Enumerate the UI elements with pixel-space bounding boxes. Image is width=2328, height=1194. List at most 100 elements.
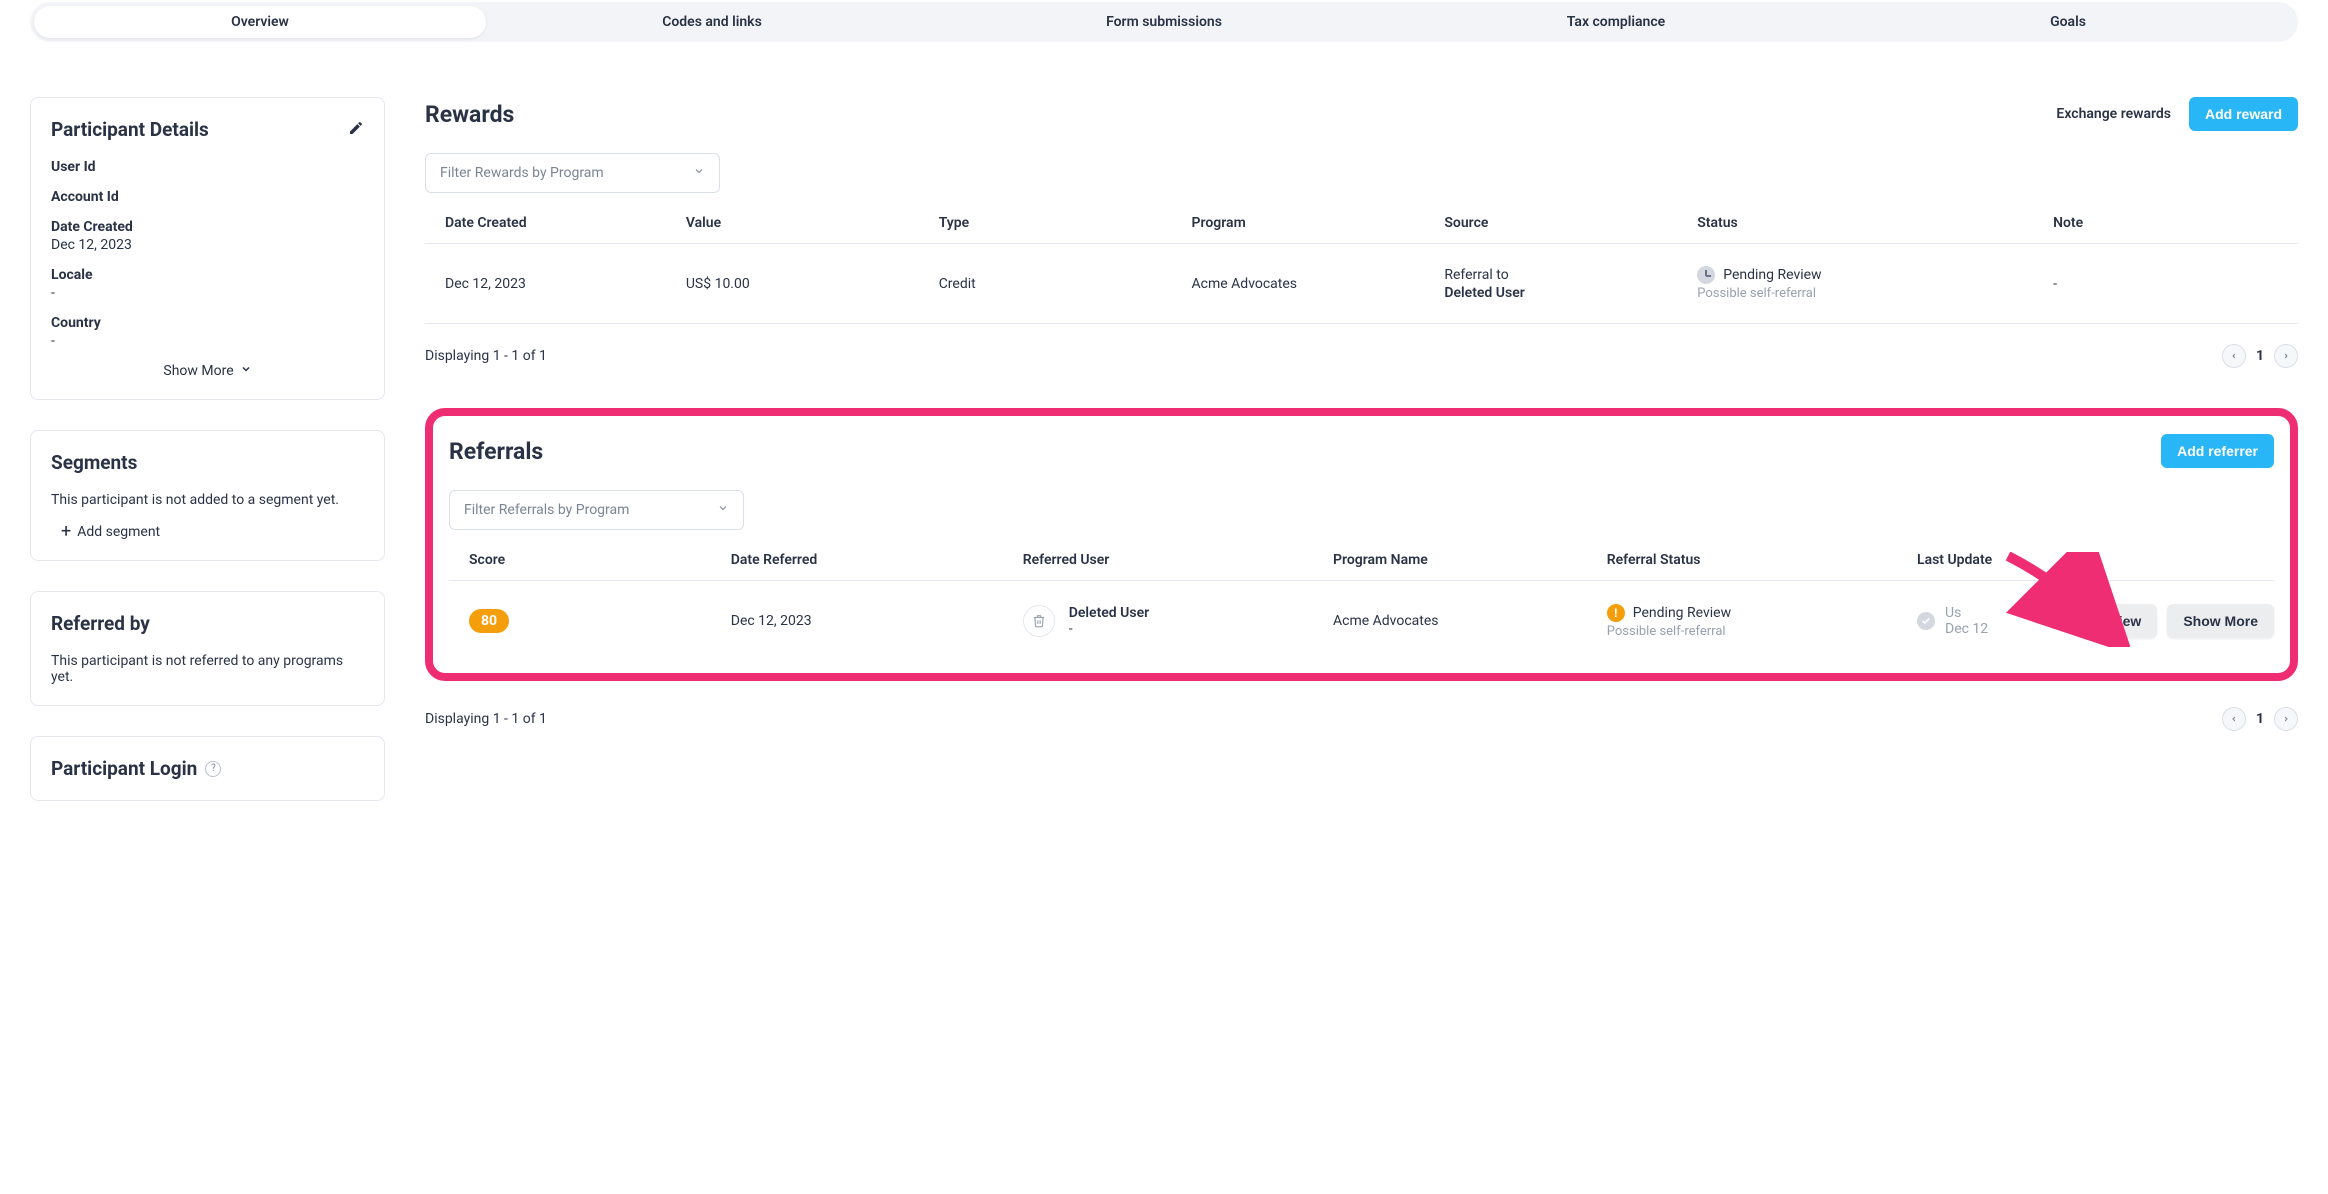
status-text: Pending Review <box>1723 267 1821 283</box>
edit-icon[interactable] <box>348 120 364 140</box>
rewards-table: Date Created Value Type Program Source S… <box>425 215 2298 324</box>
cell-last-update: Us Dec 12 Review Show More <box>1909 605 2274 637</box>
referrals-table-head: Score Date Referred Referred User Progra… <box>449 552 2274 581</box>
tab-tax[interactable]: Tax compliance <box>1390 6 1842 38</box>
cell-note: - <box>2045 276 2298 292</box>
clock-icon <box>1697 266 1715 284</box>
tab-forms[interactable]: Form submissions <box>938 6 1390 38</box>
chevron-down-icon <box>240 363 252 379</box>
col-program-name: Program Name <box>1325 552 1599 568</box>
cell-status: Pending Review Possible self-referral <box>1689 266 2045 301</box>
chevron-down-icon <box>717 502 729 518</box>
tabs-bar: Overview Codes and links Form submission… <box>30 2 2298 42</box>
col-value: Value <box>678 215 931 231</box>
referrals-displaying-text: Displaying 1 - 1 of 1 <box>425 711 547 727</box>
substatus-text: Possible self-referral <box>1607 624 1901 639</box>
rewards-displaying-text: Displaying 1 - 1 of 1 <box>425 348 547 364</box>
add-referrer-button[interactable]: Add referrer <box>2161 434 2274 468</box>
col-referred-user: Referred User <box>1015 552 1325 568</box>
main-content: Rewards Exchange rewards Add reward Filt… <box>425 97 2298 731</box>
tab-goals[interactable]: Goals <box>1842 6 2294 38</box>
user-sub: - <box>1069 621 1149 637</box>
referrals-filter-select[interactable]: Filter Referrals by Program <box>449 490 744 530</box>
cell-date: Dec 12, 2023 <box>425 276 678 292</box>
date-created-label: Date Created <box>51 219 364 235</box>
status-text: Pending Review <box>1633 605 1731 621</box>
locale-value: - <box>51 285 364 301</box>
cell-date-referred: Dec 12, 2023 <box>723 613 1015 629</box>
col-score: Score <box>449 552 723 568</box>
tab-overview[interactable]: Overview <box>34 6 486 38</box>
rewards-filter-placeholder: Filter Rewards by Program <box>440 165 604 181</box>
user-name: Deleted User <box>1069 605 1149 621</box>
review-button[interactable]: Review <box>2077 604 2157 638</box>
referrals-highlight-box: Referrals Add referrer Filter Referrals … <box>425 408 2298 681</box>
cell-type: Credit <box>931 276 1184 292</box>
rewards-section: Rewards Exchange rewards Add reward Filt… <box>425 97 2298 368</box>
rewards-table-head: Date Created Value Type Program Source S… <box>425 215 2298 244</box>
cell-score: 80 <box>449 609 723 633</box>
col-program: Program <box>1184 215 1437 231</box>
cell-referral-status: ! Pending Review Possible self-referral <box>1599 604 1909 639</box>
chevron-down-icon <box>693 165 705 181</box>
cell-referred-user: Deleted User - <box>1015 605 1325 637</box>
sidebar: Participant Details User Id Account Id D… <box>30 97 385 801</box>
prev-page-button[interactable] <box>2222 344 2246 368</box>
account-id-label: Account Id <box>51 189 364 205</box>
table-row[interactable]: Dec 12, 2023 US$ 10.00 Credit Acme Advoc… <box>425 244 2298 324</box>
substatus-text: Possible self-referral <box>1697 286 2037 301</box>
country-value: - <box>51 333 364 349</box>
participant-details-card: Participant Details User Id Account Id D… <box>30 97 385 400</box>
col-date-referred: Date Referred <box>723 552 1015 568</box>
col-note: Note <box>2045 215 2298 231</box>
show-more-button[interactable]: Show More <box>2167 604 2274 638</box>
cell-program: Acme Advocates <box>1184 276 1437 292</box>
show-more-details[interactable]: Show More <box>51 363 364 379</box>
referrals-filter-placeholder: Filter Referrals by Program <box>464 502 629 518</box>
referrals-pagination: 1 <box>2222 707 2298 731</box>
referrals-title: Referrals <box>449 438 543 465</box>
col-source: Source <box>1436 215 1689 231</box>
alert-icon: ! <box>1607 604 1625 622</box>
referred-by-empty-text: This participant is not referred to any … <box>51 653 364 685</box>
add-segment-label: Add segment <box>77 524 160 540</box>
cell-program-name: Acme Advocates <box>1325 613 1599 629</box>
col-last-update: Last Update <box>1909 552 2274 568</box>
page-number: 1 <box>2256 711 2264 727</box>
col-status: Status <box>1689 215 2045 231</box>
source-target: Deleted User <box>1444 285 1681 301</box>
rewards-pagination: 1 <box>2222 344 2298 368</box>
next-page-button[interactable] <box>2274 707 2298 731</box>
next-page-button[interactable] <box>2274 344 2298 368</box>
exchange-rewards-link[interactable]: Exchange rewards <box>2056 106 2171 122</box>
participant-login-title: Participant Login <box>51 757 197 780</box>
prev-page-button[interactable] <box>2222 707 2246 731</box>
add-segment-button[interactable]: + Add segment <box>51 524 364 540</box>
add-reward-button[interactable]: Add reward <box>2189 97 2298 131</box>
check-icon <box>1917 612 1935 630</box>
locale-label: Locale <box>51 267 364 283</box>
rewards-title: Rewards <box>425 101 514 128</box>
tab-codes[interactable]: Codes and links <box>486 6 938 38</box>
country-label: Country <box>51 315 364 331</box>
referrals-table: Score Date Referred Referred User Progra… <box>449 552 2274 661</box>
table-row[interactable]: 80 Dec 12, 2023 Deleted User - <box>449 581 2274 661</box>
help-icon[interactable]: ? <box>205 761 221 777</box>
user-id-label: User Id <box>51 159 364 175</box>
source-label: Referral to <box>1444 267 1681 283</box>
col-referral-status: Referral Status <box>1599 552 1909 568</box>
rewards-filter-select[interactable]: Filter Rewards by Program <box>425 153 720 193</box>
trash-icon <box>1023 605 1055 637</box>
segments-card: Segments This participant is not added t… <box>30 430 385 561</box>
plus-icon: + <box>61 525 71 539</box>
segments-title: Segments <box>51 451 364 474</box>
referred-by-title: Referred by <box>51 612 364 635</box>
update-line2: Dec 12 <box>1945 621 1988 637</box>
cell-source: Referral to Deleted User <box>1436 267 1689 301</box>
col-type: Type <box>931 215 1184 231</box>
participant-details-title: Participant Details <box>51 118 209 141</box>
referred-by-card: Referred by This participant is not refe… <box>30 591 385 706</box>
score-pill: 80 <box>469 609 509 633</box>
show-more-label: Show More <box>163 363 233 379</box>
participant-login-card: Participant Login ? <box>30 736 385 801</box>
